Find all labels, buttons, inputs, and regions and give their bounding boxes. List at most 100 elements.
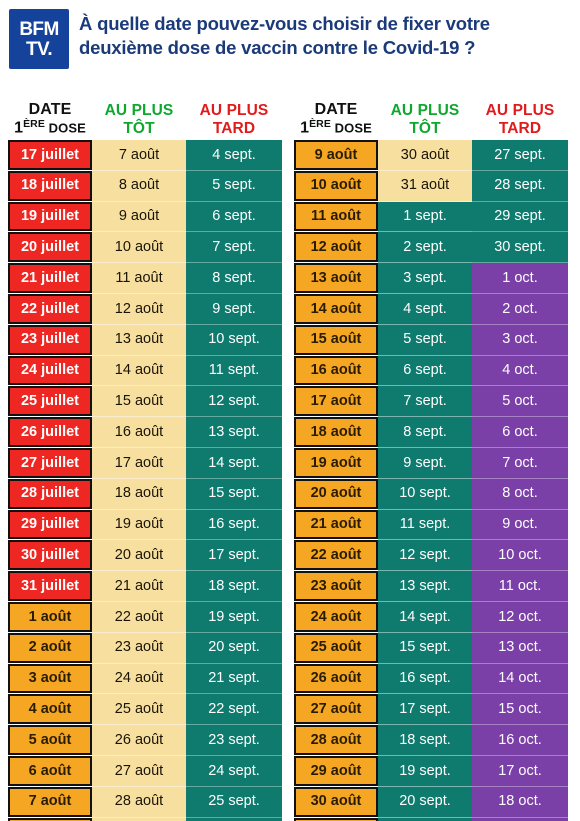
table-row: 23 juillet 13 août 10 sept. xyxy=(8,324,290,356)
first-dose-date-cell: 26 juillet xyxy=(8,417,92,447)
column-headers-right: DATE 1ÈRE DOSE AU PLUS TÔT AU PLUS TARD xyxy=(294,84,576,140)
table-row: 26 juillet 16 août 13 sept. xyxy=(8,417,290,448)
earliest-date-cell: 2 sept. xyxy=(378,232,472,264)
table-row: 10 août 31 août 28 sept. xyxy=(294,170,576,202)
table-row: 22 juillet 12 août 9 sept. xyxy=(8,293,290,325)
first-dose-date-cell: 20 juillet xyxy=(8,232,92,263)
latest-date-cell: 6 sept. xyxy=(186,201,282,233)
latest-date-cell: 5 sept. xyxy=(186,170,282,202)
tables-container: DATE 1ÈRE DOSE AU PLUS TÔT AU PLUS TARD … xyxy=(0,84,580,821)
earliest-date-cell: 19 sept. xyxy=(378,755,472,787)
table-row: 25 juillet 15 août 12 sept. xyxy=(8,386,290,418)
first-dose-date-cell: 29 août xyxy=(294,755,378,786)
header-latest-column: AU PLUS TARD xyxy=(186,102,282,137)
first-dose-date-cell: 27 août xyxy=(294,694,378,725)
first-dose-date-cell: 10 août xyxy=(294,170,378,201)
table-row: 3 août 24 août 21 sept. xyxy=(8,663,290,695)
logo-text-bfm: BFM xyxy=(19,18,59,40)
latest-date-cell: 21 sept. xyxy=(186,663,282,695)
latest-date-cell: 16 sept. xyxy=(186,509,282,541)
latest-date-cell: 28 sept. xyxy=(472,170,568,202)
bfmtv-logo: BFM TV. xyxy=(9,9,69,69)
latest-date-cell: 4 oct. xyxy=(472,355,568,387)
first-dose-date-cell: 21 août xyxy=(294,509,378,540)
latest-date-cell: 8 sept. xyxy=(186,263,282,294)
latest-date-cell: 14 oct. xyxy=(472,663,568,695)
first-dose-date-cell: 29 juillet xyxy=(8,509,92,540)
table-row: 11 août 1 sept. 29 sept. xyxy=(294,201,576,233)
table-row: 17 août 7 sept. 5 oct. xyxy=(294,386,576,418)
table-row: 13 août 3 sept. 1 oct. xyxy=(294,263,576,294)
earliest-date-cell: 26 août xyxy=(92,725,186,756)
first-dose-date-cell: 9 août xyxy=(294,140,378,170)
first-dose-date-cell: 12 août xyxy=(294,232,378,263)
table-row: 20 août 10 sept. 8 oct. xyxy=(294,478,576,510)
earliest-date-cell: 6 sept. xyxy=(378,355,472,387)
header-dose-ordinal: ÈRE xyxy=(309,117,331,130)
earliest-date-cell: 25 août xyxy=(92,694,186,726)
earliest-date-cell: 9 sept. xyxy=(378,447,472,479)
header-latest-top: AU PLUS xyxy=(485,102,555,120)
table-row: 7 août 28 août 25 sept. xyxy=(8,786,290,818)
table-row: 30 juillet 20 août 17 sept. xyxy=(8,540,290,572)
earliest-date-cell: 17 août xyxy=(92,447,186,479)
table-row: 24 juillet 14 août 11 sept. xyxy=(8,355,290,387)
latest-date-cell: 9 sept. xyxy=(186,293,282,325)
earliest-date-cell: 11 sept. xyxy=(378,509,472,541)
earliest-date-cell: 22 août xyxy=(92,601,186,633)
first-dose-date-cell: 23 août xyxy=(294,571,378,601)
latest-date-cell: 13 oct. xyxy=(472,632,568,664)
table-row: 22 août 12 sept. 10 oct. xyxy=(294,540,576,572)
header-latest-bottom: TARD xyxy=(498,119,542,137)
table-row: 25 août 15 sept. 13 oct. xyxy=(294,632,576,664)
latest-date-cell: 2 oct. xyxy=(472,293,568,325)
schedule-table-left: DATE 1ÈRE DOSE AU PLUS TÔT AU PLUS TARD … xyxy=(8,84,290,821)
header-date-bottom: 1ÈRE DOSE xyxy=(294,117,378,137)
earliest-date-cell: 4 sept. xyxy=(378,293,472,325)
table-row: 21 juillet 11 août 8 sept. xyxy=(8,263,290,294)
first-dose-date-cell: 23 juillet xyxy=(8,324,92,355)
earliest-date-cell: 14 sept. xyxy=(378,601,472,633)
logo-text-tv: TV. xyxy=(25,38,53,60)
latest-date-cell: 8 oct. xyxy=(472,478,568,510)
latest-date-cell: 13 sept. xyxy=(186,417,282,448)
latest-date-cell: 17 oct. xyxy=(472,755,568,787)
first-dose-date-cell: 19 juillet xyxy=(8,201,92,232)
latest-date-cell: 14 sept. xyxy=(186,447,282,479)
latest-date-cell: 9 oct. xyxy=(472,509,568,541)
header-dose-word: DOSE xyxy=(44,120,86,136)
header-date-top: DATE xyxy=(314,100,358,118)
earliest-date-cell: 10 sept. xyxy=(378,478,472,510)
latest-date-cell: 15 oct. xyxy=(472,694,568,726)
latest-date-cell: 15 sept. xyxy=(186,478,282,510)
latest-date-cell: 11 sept. xyxy=(186,355,282,387)
table-row: 18 août 8 sept. 6 oct. xyxy=(294,417,576,448)
latest-date-cell: 10 sept. xyxy=(186,324,282,356)
table-row: 14 août 4 sept. 2 oct. xyxy=(294,293,576,325)
latest-date-cell: 18 oct. xyxy=(472,786,568,818)
header-dose-number: 1 xyxy=(14,119,24,137)
latest-date-cell: 19 oct. xyxy=(472,817,568,821)
header-earliest-top: AU PLUS xyxy=(104,102,174,120)
table-row: 17 juillet 7 août 4 sept. xyxy=(8,140,290,171)
table-row: 12 août 2 sept. 30 sept. xyxy=(294,232,576,264)
header-date-column: DATE 1ÈRE DOSE xyxy=(294,101,378,137)
earliest-date-cell: 23 août xyxy=(92,632,186,664)
first-dose-date-cell: 24 août xyxy=(294,601,378,632)
table-row: 9 août 30 août 27 sept. xyxy=(294,140,576,171)
earliest-date-cell: 15 août xyxy=(92,386,186,418)
first-dose-date-cell: 7 août xyxy=(8,786,92,817)
latest-date-cell: 18 sept. xyxy=(186,571,282,602)
table-row: 24 août 14 sept. 12 oct. xyxy=(294,601,576,633)
earliest-date-cell: 5 sept. xyxy=(378,324,472,356)
earliest-date-cell: 3 sept. xyxy=(378,263,472,294)
first-dose-date-cell: 30 juillet xyxy=(8,540,92,571)
header-date-column: DATE 1ÈRE DOSE xyxy=(8,101,92,137)
earliest-date-cell: 12 août xyxy=(92,293,186,325)
table-row: 29 juillet 19 août 16 sept. xyxy=(8,509,290,541)
earliest-date-cell: 13 août xyxy=(92,324,186,356)
earliest-date-cell: 12 sept. xyxy=(378,540,472,572)
table-row: 6 août 27 août 24 sept. xyxy=(8,755,290,787)
latest-date-cell: 24 sept. xyxy=(186,755,282,787)
header-earliest-top: AU PLUS xyxy=(390,102,460,120)
